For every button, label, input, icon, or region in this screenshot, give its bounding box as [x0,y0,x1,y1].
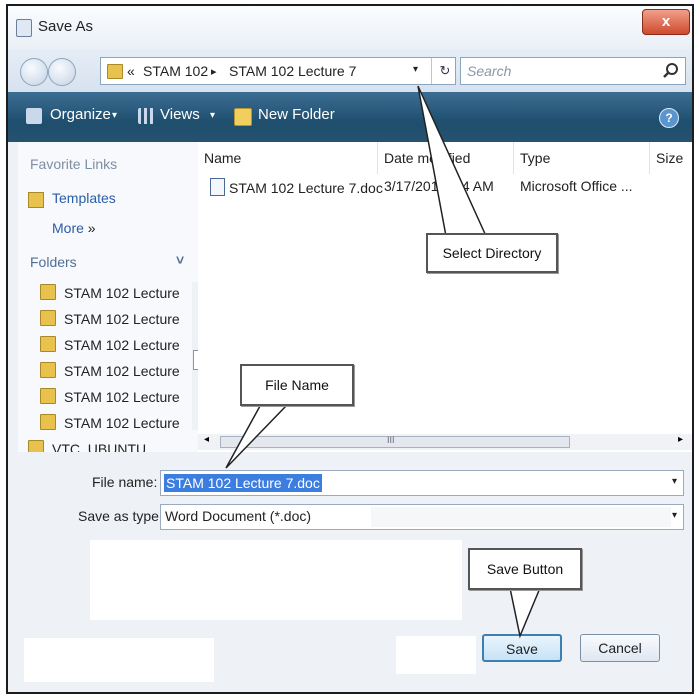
organize-dropdown-icon[interactable]: ▾ [112,110,117,121]
screenshot-frame: Save As x « STAM 102 ▸ STAM 102 Lecture … [0,0,700,700]
folder-tree-item[interactable]: STAM 102 Lecture [40,310,180,332]
window-title: Save As [38,18,94,35]
command-toolbar: Organize ▾ Views ▾ New Folder ? [8,92,692,142]
favorite-more[interactable]: More » [52,220,96,236]
folder-icon [40,310,56,326]
new-folder-button[interactable]: New Folder [258,106,335,123]
callout-select-directory: Select Directory [426,233,558,273]
file-name-label: File name: [92,474,158,490]
forward-button[interactable] [48,58,76,86]
close-button[interactable]: x [642,9,690,35]
column-header-date[interactable]: Date modified [378,142,514,174]
file-name-field[interactable]: STAM 102 Lecture 7.doc ▾ [160,470,684,496]
title-bar: Save As x [8,6,692,50]
blank-area [24,638,214,682]
word-document-icon [210,178,225,196]
save-type-dropdown-icon[interactable]: ▾ [672,510,677,521]
file-row-date: 3/17/2010 ...4 AM [384,178,494,194]
folder-icon [107,64,123,79]
save-button[interactable]: Save [482,634,562,662]
folder-tree-item[interactable]: STAM 102 Lecture [40,414,180,436]
folder-icon [40,284,56,300]
callout-file-name: File Name [240,364,354,406]
column-header-type[interactable]: Type [514,142,650,174]
scrollbar-thumb[interactable]: III [220,435,570,448]
blank-area [396,636,476,674]
scrollbar-grip: III [387,435,395,445]
folders-header[interactable]: Folders [30,254,77,270]
organize-icon [26,108,42,124]
search-input[interactable]: Search [467,63,511,79]
folder-tree-item-vtc-ubuntu[interactable]: VTC_UBUNTU [28,440,146,452]
scroll-left-icon[interactable]: ◂ [204,434,209,445]
save-as-dialog: Save As x « STAM 102 ▸ STAM 102 Lecture … [6,4,694,694]
save-type-label: Save as type: [78,508,163,524]
folder-icon [40,414,56,430]
breadcrumb-lecture7[interactable]: STAM 102 Lecture 7 [229,63,356,79]
redaction-box [371,507,671,527]
address-prefix: « [127,63,135,79]
address-dropdown-icon[interactable]: ▾ [413,64,418,75]
breadcrumb-stam102[interactable]: STAM 102 [143,63,208,79]
views-icon [138,108,154,124]
navigation-pane: Favorite Links Templates More » Folders … [18,142,199,452]
refresh-icon[interactable]: ↻ [431,58,458,84]
column-header-size[interactable]: Size [650,142,692,174]
folder-tree-item[interactable]: STAM 102 Lecture [40,336,180,358]
callout-save-button: Save Button [468,548,582,590]
help-icon[interactable]: ? [659,108,679,128]
folder-icon [40,336,56,352]
favorite-templates[interactable]: Templates [52,190,116,206]
blank-area [90,540,462,620]
save-type-value: Word Document (*.doc) [165,508,312,524]
scroll-right-icon[interactable]: ▸ [678,434,683,445]
save-type-select[interactable]: Word Document (*.doc) ▾ [160,504,684,530]
folder-tree-item[interactable]: STAM 102 Lecture [40,362,180,384]
horizontal-scrollbar[interactable]: ◂ III ▸ [198,434,692,450]
folder-tree-item[interactable]: STAM 102 Lecture [40,284,180,306]
column-header-name[interactable]: Name [198,142,378,174]
document-icon [16,19,32,37]
file-name-dropdown-icon[interactable]: ▾ [672,476,677,487]
back-button[interactable] [20,58,48,86]
folder-icon [28,440,44,452]
cancel-button[interactable]: Cancel [580,634,660,662]
file-row-type: Microsoft Office ... [520,178,633,194]
search-icon[interactable] [661,61,681,81]
organize-button[interactable]: Organize [50,106,111,123]
favorite-links-header: Favorite Links [30,156,118,172]
templates-folder-icon [28,192,44,208]
folder-tree-item[interactable]: STAM 102 Lecture [40,388,180,410]
breadcrumb-separator-icon: ▸ [211,66,217,78]
folder-icon [40,362,56,378]
search-box[interactable]: Search [460,57,686,85]
folder-icon [40,388,56,404]
file-name-value[interactable]: STAM 102 Lecture 7.doc [164,474,322,492]
chevron-down-icon[interactable]: ˅ [176,252,184,268]
views-button[interactable]: Views [160,106,200,123]
address-bar[interactable]: « STAM 102 ▸ STAM 102 Lecture 7 ▾ ↻ [100,57,456,85]
save-form: File name: STAM 102 Lecture 7.doc ▾ Save… [8,452,692,692]
new-folder-icon [234,108,252,126]
file-row-name[interactable]: STAM 102 Lecture 7.doc [210,178,383,196]
views-dropdown-icon[interactable]: ▾ [210,110,215,121]
navigation-bar: « STAM 102 ▸ STAM 102 Lecture 7 ▾ ↻ Sear… [8,50,692,92]
